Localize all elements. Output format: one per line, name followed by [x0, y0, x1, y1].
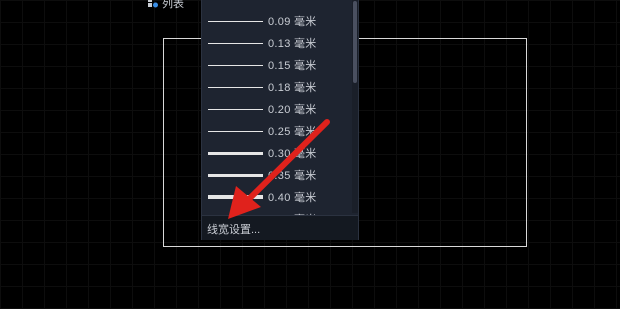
- lineweight-sample: [208, 42, 263, 44]
- lineweight-label: 0.13 毫米: [268, 38, 317, 50]
- lineweight-option[interactable]: 0.20 毫米: [202, 98, 350, 120]
- lineweight-label: 0.20 毫米: [268, 104, 317, 116]
- lineweight-option[interactable]: 0.09 毫米: [202, 10, 350, 32]
- lineweight-sample: [208, 173, 263, 177]
- lineweight-label: 0.35 毫米: [268, 170, 317, 182]
- lineweight-sample: [208, 151, 263, 155]
- lineweight-sample: [208, 86, 263, 88]
- lineweight-label: 0.25 毫米: [268, 126, 317, 138]
- list-icon: [148, 0, 158, 8]
- lineweight-label: 0.30 毫米: [268, 148, 317, 160]
- lineweight-option[interactable]: 0.40 毫米: [202, 186, 350, 208]
- lineweight-option[interactable]: 0.30 毫米: [202, 142, 350, 164]
- lineweight-sample: [208, 130, 263, 132]
- dropdown-scrollbar[interactable]: [352, 0, 358, 213]
- lineweight-option[interactable]: 0.35 毫米: [202, 164, 350, 186]
- lineweight-sample: [208, 195, 263, 199]
- lineweight-settings-item[interactable]: 线宽设置...: [202, 215, 358, 240]
- lineweight-label: 0.18 毫米: [268, 82, 317, 94]
- lineweight-dropdown[interactable]: 0.09 毫米 0.13 毫米 0.15 毫米 0.18 毫米 0.20 毫米 …: [201, 0, 359, 240]
- lineweight-label: 0.09 毫米: [268, 16, 317, 28]
- lineweight-option[interactable]: 0.15 毫米: [202, 54, 350, 76]
- layout-tab[interactable]: 列表: [148, 0, 184, 10]
- lineweight-option[interactable]: 0.13 毫米: [202, 32, 350, 54]
- lineweight-option[interactable]: 0.25 毫米: [202, 120, 350, 142]
- lineweight-label: 0.15 毫米: [268, 60, 317, 72]
- lineweight-settings-label: 线宽设置...: [207, 224, 261, 236]
- layout-tab-label: 列表: [162, 0, 184, 10]
- lineweight-option[interactable]: 0.18 毫米: [202, 76, 350, 98]
- lineweight-label: 0.40 毫米: [268, 192, 317, 204]
- lineweight-sample: [208, 108, 263, 110]
- lineweight-sample: [208, 20, 263, 22]
- scrollbar-thumb[interactable]: [353, 1, 357, 83]
- lineweight-sample: [208, 64, 263, 66]
